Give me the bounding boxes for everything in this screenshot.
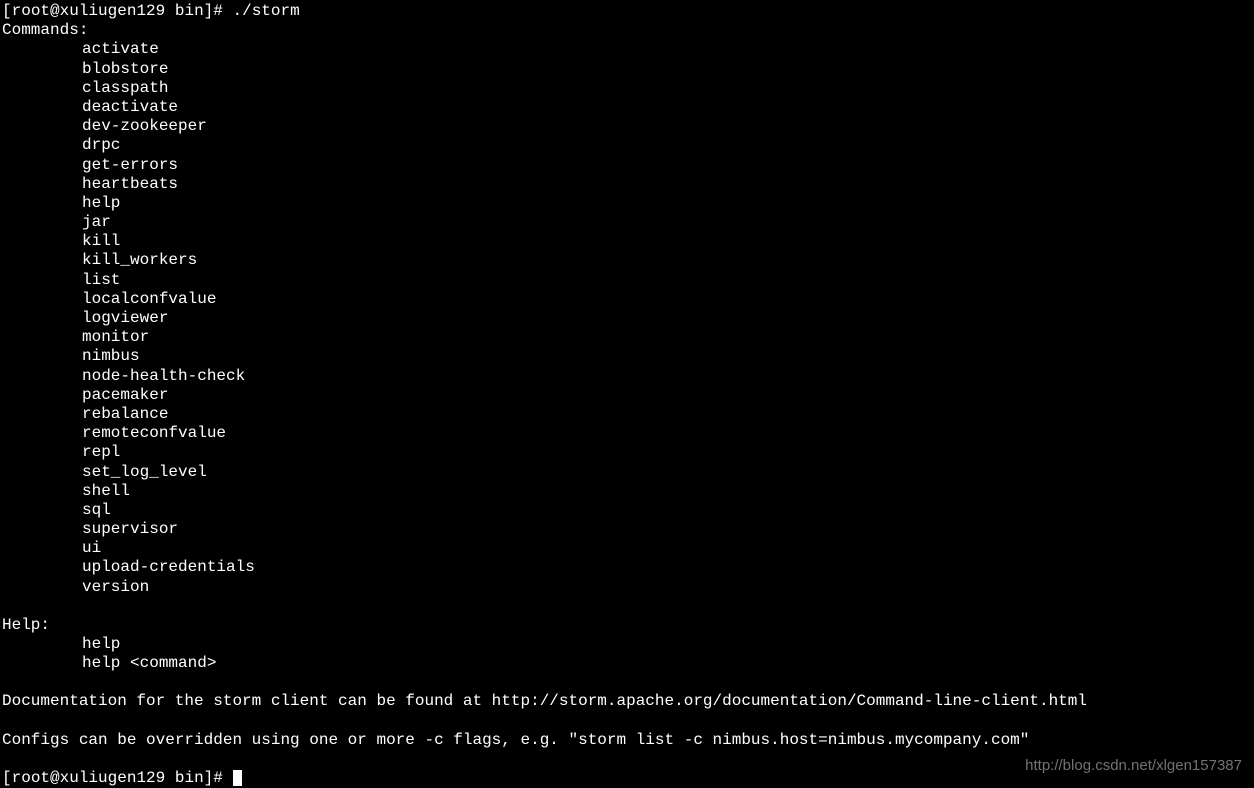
- help-item: help <command>: [2, 654, 1252, 673]
- command-item: drpc: [2, 136, 1252, 155]
- command-item: upload-credentials: [2, 558, 1252, 577]
- command-item: dev-zookeeper: [2, 117, 1252, 136]
- command-item: ui: [2, 539, 1252, 558]
- command-item: node-health-check: [2, 367, 1252, 386]
- command-item: set_log_level: [2, 463, 1252, 482]
- commands-list: activateblobstoreclasspathdeactivatedev-…: [2, 40, 1252, 596]
- command-item: localconfvalue: [2, 290, 1252, 309]
- command-item: kill_workers: [2, 251, 1252, 270]
- help-list: helphelp <command>: [2, 635, 1252, 673]
- cursor-icon: [233, 770, 242, 786]
- command-item: shell: [2, 482, 1252, 501]
- command-item: monitor: [2, 328, 1252, 347]
- documentation-line: Documentation for the storm client can b…: [2, 692, 1252, 711]
- commands-header: Commands:: [2, 21, 1252, 40]
- command-item: logviewer: [2, 309, 1252, 328]
- command-item: help: [2, 194, 1252, 213]
- command-item: kill: [2, 232, 1252, 251]
- command-input[interactable]: ./storm: [233, 2, 300, 20]
- command-item: get-errors: [2, 156, 1252, 175]
- blank-line: [2, 597, 1252, 616]
- help-header: Help:: [2, 616, 1252, 635]
- command-item: supervisor: [2, 520, 1252, 539]
- help-item: help: [2, 635, 1252, 654]
- command-item: blobstore: [2, 60, 1252, 79]
- command-item: jar: [2, 213, 1252, 232]
- command-item: repl: [2, 443, 1252, 462]
- blank-line: [2, 673, 1252, 692]
- command-item: version: [2, 578, 1252, 597]
- config-line: Configs can be overridden using one or m…: [2, 731, 1252, 750]
- command-item: remoteconfvalue: [2, 424, 1252, 443]
- command-item: heartbeats: [2, 175, 1252, 194]
- command-item: sql: [2, 501, 1252, 520]
- command-item: activate: [2, 40, 1252, 59]
- watermark-text: http://blog.csdn.net/xlgen157387: [1025, 757, 1242, 775]
- command-item: rebalance: [2, 405, 1252, 424]
- command-item: nimbus: [2, 347, 1252, 366]
- prompt-line-1: [root@xuliugen129 bin]# ./storm: [2, 2, 1252, 21]
- command-item: classpath: [2, 79, 1252, 98]
- command-item: deactivate: [2, 98, 1252, 117]
- command-item: pacemaker: [2, 386, 1252, 405]
- blank-line: [2, 712, 1252, 731]
- command-item: list: [2, 271, 1252, 290]
